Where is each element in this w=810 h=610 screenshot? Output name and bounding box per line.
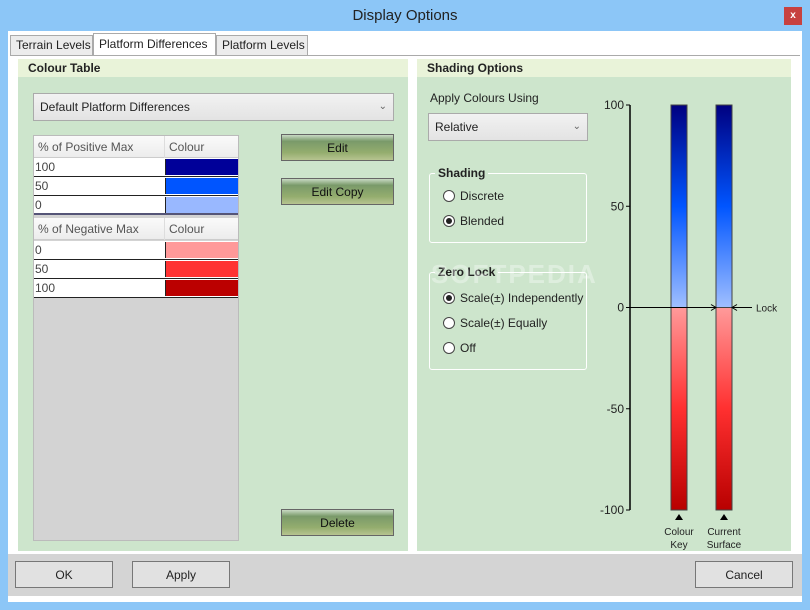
- radio-blended[interactable]: Blended: [443, 213, 504, 229]
- radio-circle-icon: [443, 317, 455, 329]
- colour-swatch[interactable]: [165, 261, 238, 277]
- negative-row[interactable]: 100: [34, 279, 238, 298]
- apply-colours-value: Relative: [435, 120, 479, 134]
- radio-label: Discrete: [460, 189, 505, 203]
- title-bar: Display Options x: [0, 0, 810, 32]
- chevron-down-icon: ⌄: [378, 101, 387, 112]
- colour-swatch[interactable]: [165, 178, 238, 194]
- ok-button[interactable]: OK: [15, 561, 113, 588]
- tab-platform-levels[interactable]: Platform Levels: [216, 35, 308, 55]
- chevron-down-icon: ⌄: [572, 121, 581, 132]
- positive-colour-header: Colour: [164, 136, 204, 158]
- scale-bar-negative: [715, 307, 733, 511]
- scale-tick-label: -100: [600, 503, 624, 517]
- edit-copy-button[interactable]: Edit Copy: [281, 178, 394, 205]
- shading-options-panel: Shading Options Apply Colours Using Rela…: [417, 59, 791, 551]
- apply-colours-label: Apply Colours Using: [430, 91, 539, 105]
- lock-label: Lock: [756, 304, 778, 315]
- colour-scale: 100 50 0 -50 -100 Colour Key Current Surface Lock: [600, 98, 778, 551]
- scale-tick-label: 50: [611, 199, 625, 213]
- triangle-up-icon: [675, 514, 683, 520]
- triangle-up-icon: [720, 514, 728, 520]
- positive-row[interactable]: 100: [34, 158, 238, 177]
- negative-colour-header: Colour: [164, 218, 204, 240]
- bar-label: Surface: [707, 540, 742, 551]
- shading-group: Shading Discrete Blended: [429, 166, 587, 243]
- bar-label: Current: [707, 527, 741, 538]
- positive-row[interactable]: 50: [34, 177, 238, 196]
- positive-grid-header: % of Positive Max Colour: [34, 136, 238, 158]
- watermark: SOFTPEDIA: [431, 259, 598, 289]
- tab-platform-differences[interactable]: Platform Differences: [93, 33, 216, 56]
- colour-swatch[interactable]: [165, 159, 238, 175]
- row-value: 100: [35, 281, 56, 295]
- close-button[interactable]: x: [784, 7, 802, 25]
- radio-scale-independently[interactable]: Scale(±) Independently: [443, 290, 583, 306]
- shading-group-title: Shading: [435, 166, 489, 180]
- colour-grid: % of Positive Max Colour 100 50 0 % of N…: [33, 135, 239, 541]
- radio-label: Off: [460, 341, 476, 355]
- scale-bar-negative: [670, 307, 688, 511]
- row-value: 0: [35, 243, 42, 257]
- dialog-footer: OK Apply Cancel: [8, 554, 802, 596]
- scale-bar-positive: [715, 104, 733, 308]
- row-value: 0: [35, 198, 42, 212]
- radio-circle-selected-icon: [443, 215, 455, 227]
- radio-circle-icon: [443, 190, 455, 202]
- colour-table-panel: Colour Table Default Platform Difference…: [18, 59, 408, 551]
- radio-scale-equally[interactable]: Scale(±) Equally: [443, 315, 547, 331]
- row-value: 50: [35, 179, 49, 193]
- scale-bar-positive: [670, 104, 688, 308]
- colour-swatch[interactable]: [165, 197, 238, 213]
- scale-tick-label: 100: [604, 98, 624, 112]
- negative-col-header: % of Negative Max: [38, 222, 139, 236]
- positive-col-header: % of Positive Max: [38, 140, 134, 154]
- window-title: Display Options: [352, 7, 458, 24]
- scale-tick-label: 0: [617, 301, 624, 315]
- apply-button[interactable]: Apply: [132, 561, 230, 588]
- shading-options-header: Shading Options: [417, 59, 791, 77]
- tab-terrain-levels[interactable]: Terrain Levels: [10, 35, 93, 55]
- bar-label: Key: [670, 540, 687, 551]
- negative-row[interactable]: 50: [34, 260, 238, 279]
- dialog-client: Terrain Levels Platform Differences Plat…: [8, 31, 802, 602]
- radio-label: Scale(±) Independently: [460, 291, 584, 305]
- radio-discrete[interactable]: Discrete: [443, 188, 504, 204]
- positive-row[interactable]: 0: [34, 196, 238, 215]
- radio-label: Blended: [460, 214, 505, 228]
- tab-pane: Colour Table Default Platform Difference…: [10, 55, 800, 553]
- apply-colours-select[interactable]: Relative ⌄: [428, 113, 588, 141]
- preset-value: Default Platform Differences: [40, 100, 190, 114]
- negative-row[interactable]: 0: [34, 241, 238, 260]
- row-value: 100: [35, 160, 56, 174]
- row-value: 50: [35, 262, 49, 276]
- radio-circle-icon: [443, 342, 455, 354]
- colour-swatch[interactable]: [165, 242, 238, 258]
- colour-table-preset-select[interactable]: Default Platform Differences ⌄: [33, 93, 394, 121]
- colour-table-header: Colour Table: [18, 59, 408, 77]
- colour-swatch[interactable]: [165, 280, 238, 296]
- edit-button[interactable]: Edit: [281, 134, 394, 161]
- scale-tick-label: -50: [607, 402, 625, 416]
- radio-off[interactable]: Off: [443, 340, 476, 356]
- radio-circle-selected-icon: [443, 292, 455, 304]
- delete-button[interactable]: Delete: [281, 509, 394, 536]
- bar-label: Colour: [664, 527, 694, 538]
- negative-grid-header: % of Negative Max Colour: [34, 218, 238, 240]
- cancel-button[interactable]: Cancel: [695, 561, 793, 588]
- radio-label: Scale(±) Equally: [460, 316, 548, 330]
